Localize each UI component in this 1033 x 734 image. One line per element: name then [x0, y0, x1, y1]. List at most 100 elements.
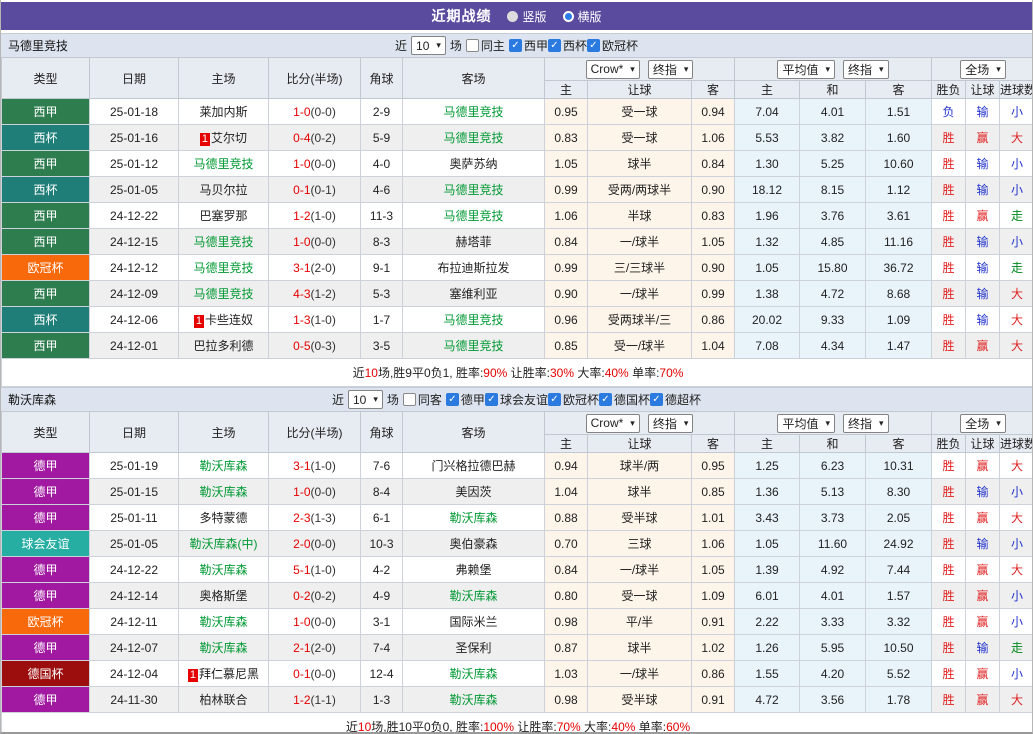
league-filter-西杯[interactable]: ✓ 西杯: [547, 37, 587, 54]
odds-stage-select[interactable]: 终指 ▾: [647, 59, 694, 79]
team-link[interactable]: 赫塔菲: [455, 235, 491, 249]
avg-away-odds: 1.47: [864, 332, 933, 359]
team-link[interactable]: 马德里竞技: [443, 339, 503, 353]
team-link[interactable]: 勒沃库森: [449, 693, 497, 707]
result-handicap-cell: 赢: [965, 332, 1001, 359]
team-link[interactable]: 勒沃库森: [199, 641, 247, 655]
venue-filter[interactable]: 同主: [465, 37, 505, 54]
avg-away-odds: 1.09: [864, 306, 933, 333]
crow-home-odds: 1.06: [544, 202, 588, 229]
venue-filter[interactable]: 同客: [402, 391, 442, 408]
match-count-select[interactable]: 10 ▾: [411, 36, 446, 55]
team-link[interactable]: 卡些连奴: [205, 313, 253, 327]
team-link[interactable]: 勒沃库森: [449, 511, 497, 525]
result-handicap-cell: 输: [965, 478, 1001, 505]
result-wdl-cell: 胜: [931, 452, 967, 479]
odds-stage-select-2[interactable]: 终指 ▾: [843, 413, 889, 433]
fulltime-score: 2-0: [293, 536, 311, 551]
team-link[interactable]: 马贝尔拉: [199, 183, 247, 197]
team-link[interactable]: 马德里竞技: [193, 235, 253, 249]
summary-stat-value: 40%: [604, 366, 629, 380]
bookmaker-select[interactable]: Crow* ▾: [585, 59, 640, 79]
team-link[interactable]: 弗赖堡: [455, 563, 491, 577]
team-link[interactable]: 马德里竞技: [193, 261, 253, 275]
team-link[interactable]: 马德里竞技: [193, 287, 253, 301]
average-select[interactable]: 平均值 ▾: [777, 413, 835, 433]
handicap-line-cell: 一/球半: [587, 280, 692, 307]
team-link[interactable]: 圣保利: [455, 641, 491, 655]
team-link[interactable]: 马德里竞技: [443, 209, 503, 223]
average-select[interactable]: 平均值 ▾: [777, 59, 835, 79]
team-link[interactable]: 多特蒙德: [199, 511, 247, 525]
checkbox-checked-icon[interactable]: ✓: [484, 393, 498, 407]
checkbox-checked-icon[interactable]: ✓: [508, 39, 522, 53]
rank-badge: 1: [199, 133, 211, 146]
bookmaker-select[interactable]: Crow* ▾: [585, 413, 640, 433]
team-link[interactable]: 巴拉多利德: [193, 339, 253, 353]
league-filter-西甲[interactable]: ✓ 西甲: [508, 37, 548, 54]
league-filter-德甲[interactable]: ✓ 德甲: [445, 391, 485, 408]
league-filter-label: 德甲: [460, 393, 485, 408]
summary-stat-value: 100%: [483, 720, 515, 734]
team-link[interactable]: 奥萨苏纳: [449, 157, 497, 171]
result-wdl-cell: 胜: [931, 254, 967, 281]
team-link[interactable]: 艾尔切: [211, 131, 247, 145]
team-link[interactable]: 门兴格拉德巴赫: [431, 459, 515, 473]
league-filter-欧冠杯[interactable]: ✓ 欧冠杯: [547, 391, 599, 408]
team-link[interactable]: 勒沃库森: [449, 667, 497, 681]
league-filter-球会友谊[interactable]: ✓ 球会友谊: [484, 391, 548, 408]
team-link[interactable]: 马德里竞技: [443, 183, 503, 197]
match-count-value: 10: [416, 38, 430, 53]
team-link[interactable]: 勒沃库森(中): [190, 537, 258, 551]
scope-select[interactable]: 全场 ▾: [960, 59, 1006, 79]
layout-option-horizontal[interactable]: 横版: [562, 8, 602, 25]
checkbox-checked-icon[interactable]: ✓: [586, 39, 600, 53]
checkbox-checked-icon[interactable]: ✓: [547, 39, 561, 53]
result-wdl-cell: 胜: [931, 530, 967, 557]
team-link[interactable]: 马德里竞技: [443, 313, 503, 327]
odds-stage-select[interactable]: 终指 ▾: [647, 413, 694, 433]
team-link[interactable]: 马德里竞技: [443, 131, 503, 145]
odds-stage-select-2[interactable]: 终指 ▾: [843, 59, 889, 79]
match-count-select[interactable]: 10 ▾: [348, 390, 383, 409]
layout-option-vertical[interactable]: 竖版: [507, 8, 547, 25]
league-filter-德国杯[interactable]: ✓ 德国杯: [598, 391, 650, 408]
radio-icon-vertical[interactable]: [507, 10, 519, 22]
radio-icon-horizontal[interactable]: [562, 10, 574, 22]
team-link[interactable]: 勒沃库森: [199, 459, 247, 473]
team-link[interactable]: 布拉迪斯拉发: [437, 261, 509, 275]
team-link[interactable]: 勒沃库森: [199, 485, 247, 499]
team-link[interactable]: 勒沃库森: [199, 563, 247, 577]
team-link[interactable]: 莱加内斯: [199, 105, 247, 119]
scope-select[interactable]: 全场 ▾: [960, 413, 1006, 433]
checkbox-checked-icon[interactable]: ✓: [649, 393, 663, 407]
team-link[interactable]: 柏林联合: [199, 693, 247, 707]
league-filter-德超杯[interactable]: ✓ 德超杯: [649, 391, 701, 408]
away-team-cell: 马德里竞技: [402, 124, 545, 151]
checkbox-unchecked-icon[interactable]: [465, 39, 479, 52]
summary-text: 近: [345, 720, 358, 734]
team-link[interactable]: 拜仁慕尼黑: [199, 667, 259, 681]
result-goals-cell: 大: [999, 280, 1032, 307]
team-link[interactable]: 勒沃库森: [199, 615, 247, 629]
corner-cell: 7-6: [360, 452, 403, 479]
league-filter-label: 西杯: [562, 39, 587, 54]
team-link[interactable]: 塞维利亚: [449, 287, 497, 301]
team-link[interactable]: 国际米兰: [449, 615, 497, 629]
league-filter-欧冠杯[interactable]: ✓ 欧冠杯: [586, 37, 638, 54]
team-link[interactable]: 马德里竞技: [443, 105, 503, 119]
checkbox-checked-icon[interactable]: ✓: [445, 393, 459, 407]
checkbox-unchecked-icon[interactable]: [402, 393, 416, 406]
team-link[interactable]: 奥格斯堡: [199, 589, 247, 603]
summary-text: 近: [352, 366, 365, 380]
team-link[interactable]: 马德里竞技: [193, 157, 253, 171]
chevron-down-icon: ▾: [879, 63, 884, 74]
checkbox-checked-icon[interactable]: ✓: [547, 393, 561, 407]
team-link[interactable]: 巴塞罗那: [199, 209, 247, 223]
league-type-cell: 西杯: [1, 306, 90, 333]
checkbox-checked-icon[interactable]: ✓: [598, 393, 612, 407]
date-cell: 24-12-01: [89, 332, 179, 359]
team-link[interactable]: 奥伯豪森: [449, 537, 497, 551]
team-link[interactable]: 勒沃库森: [449, 589, 497, 603]
team-link[interactable]: 美因茨: [455, 485, 491, 499]
